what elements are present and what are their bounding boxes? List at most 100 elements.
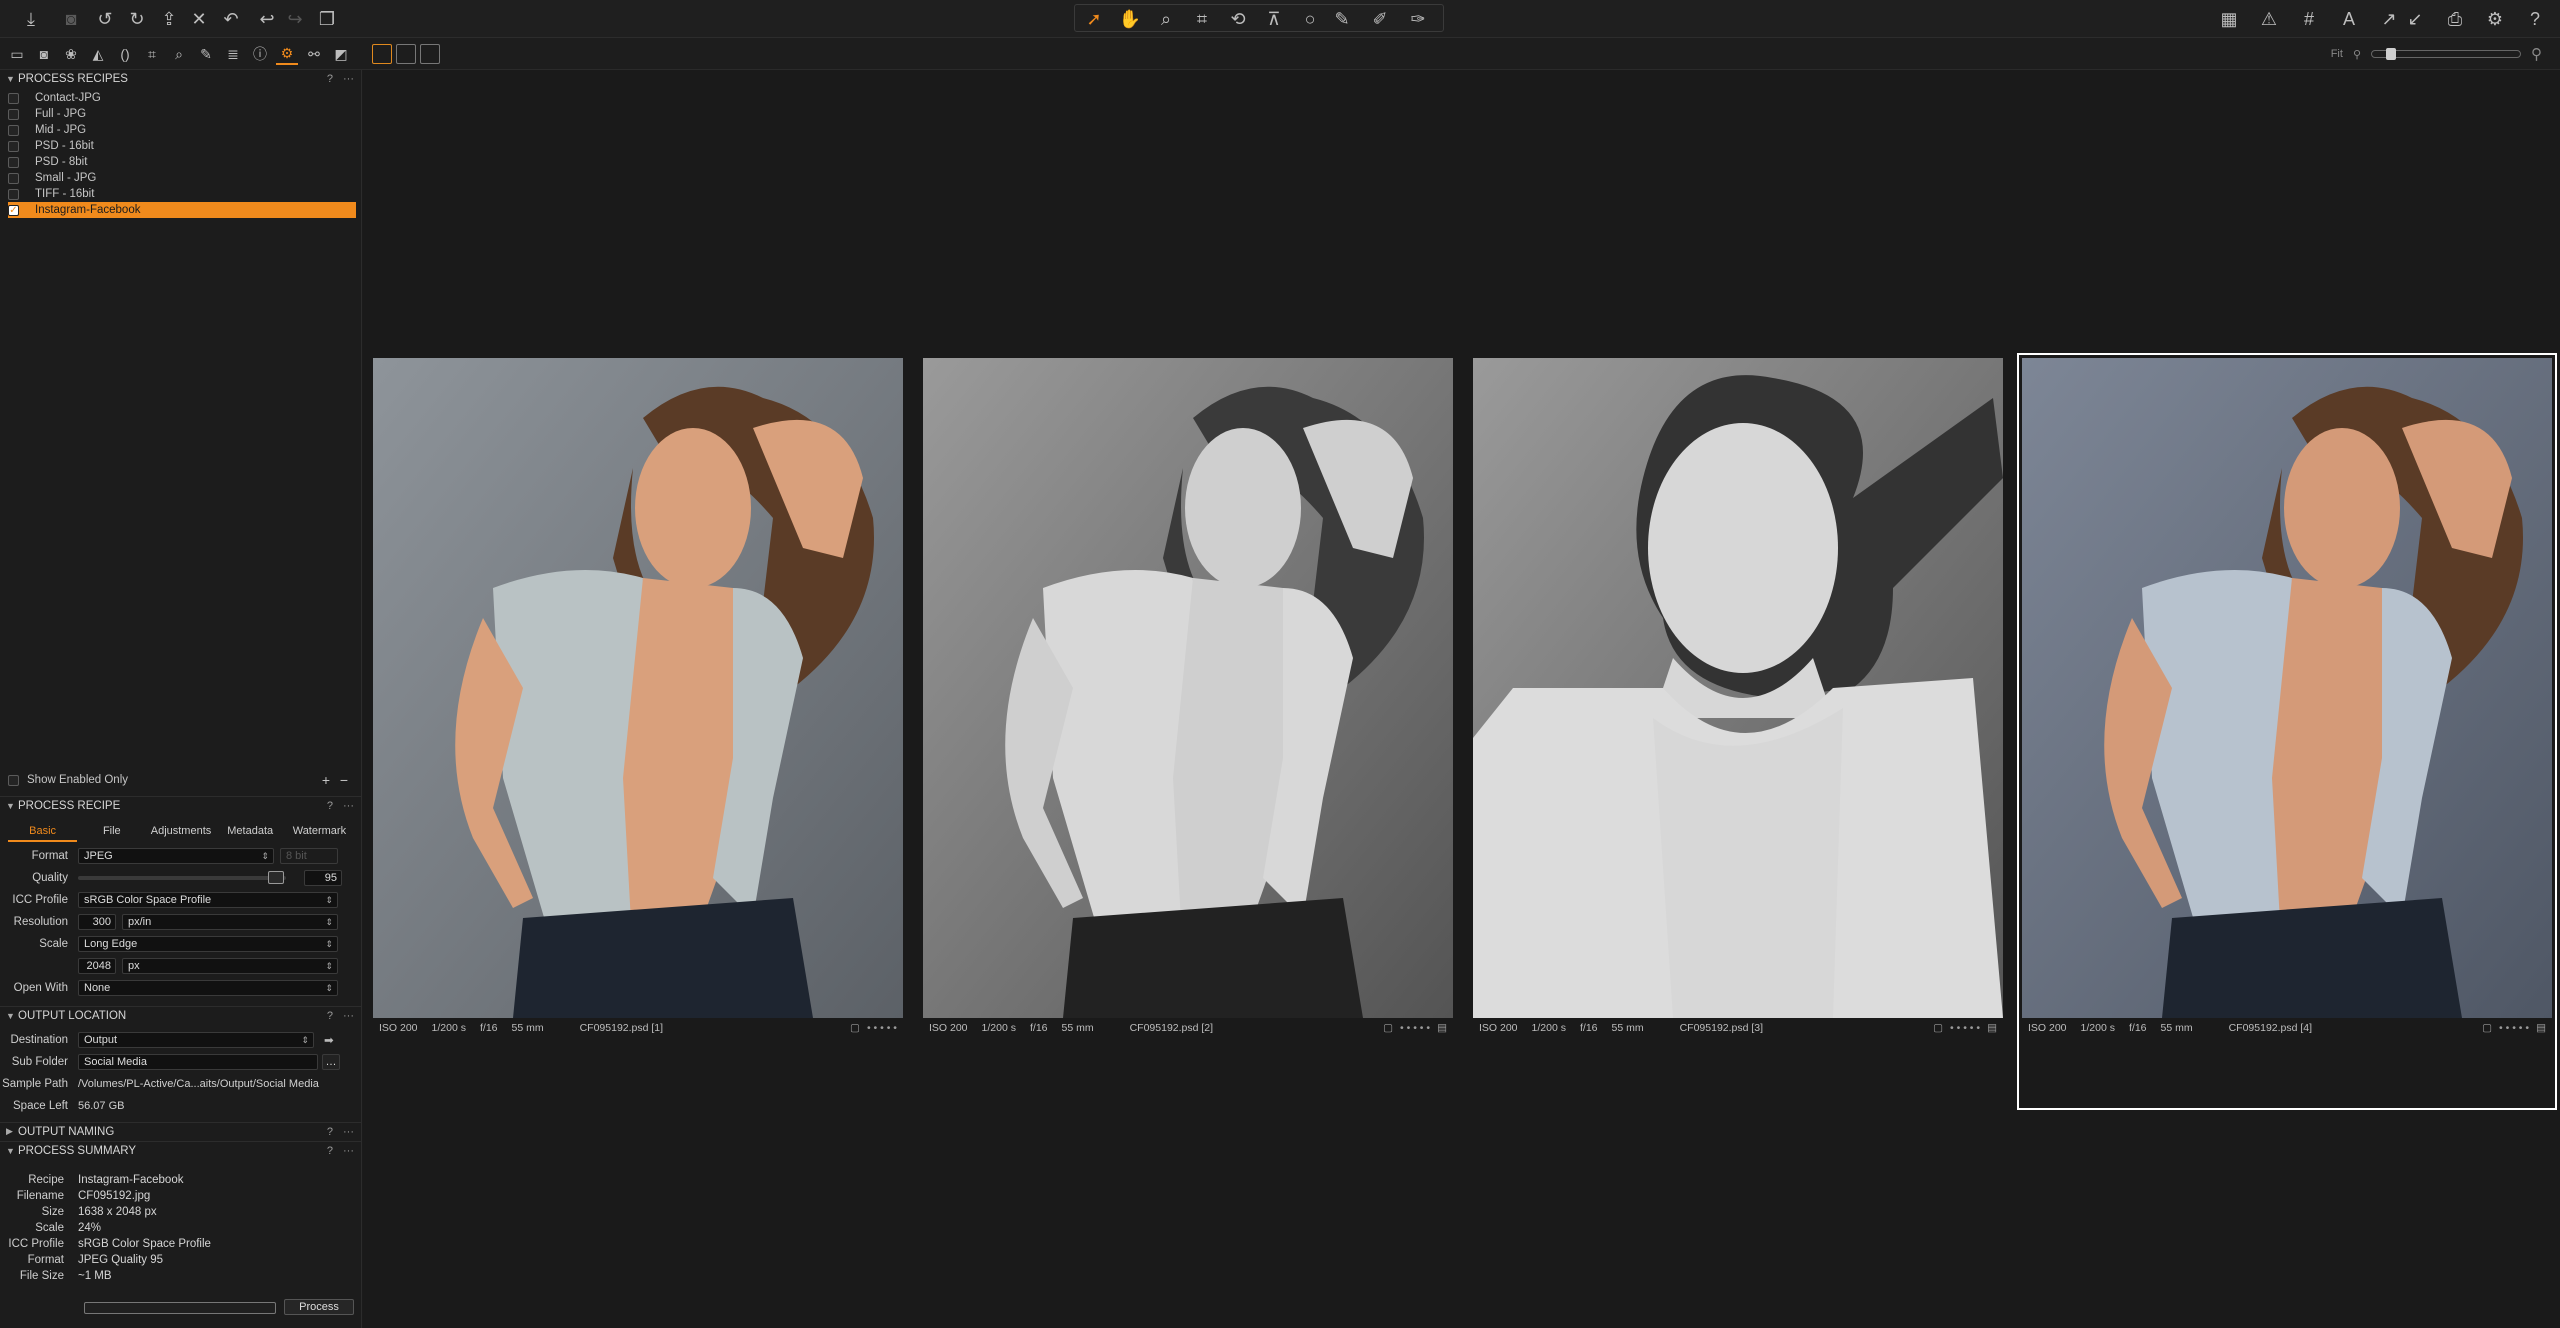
recipe-checkbox[interactable] — [8, 108, 19, 120]
rating-dots-icon[interactable]: • • • • • — [1950, 1022, 1980, 1034]
brush-icon[interactable]: ✐ — [1367, 6, 1393, 32]
add-icon[interactable]: + — [322, 772, 330, 788]
rotate-left-icon[interactable]: ↺ — [92, 6, 118, 32]
text-annotation-icon[interactable]: A — [2336, 6, 2362, 32]
tab-watermark[interactable]: Watermark — [285, 822, 354, 842]
thumbnail[interactable]: ISO 200 1/200 s f/16 55 mm CF095192.psd [4] ▢… — [2017, 353, 2557, 1110]
crop-tab-icon[interactable]: ⌗ — [141, 43, 163, 65]
chevron-down-icon[interactable]: ▼ — [6, 1011, 18, 1021]
delete-icon[interactable]: ✕ — [186, 6, 212, 32]
rotate-right-icon[interactable]: ↻ — [124, 6, 150, 32]
thumbnail[interactable]: ISO 200 1/200 s f/16 55 mm CF095192.psd [1] ▢… — [373, 358, 903, 1105]
import-icon[interactable]: ⤓ — [18, 6, 44, 32]
copy-adjustments-icon[interactable]: ↗ — [2376, 6, 2402, 32]
more-icon[interactable]: ··· — [343, 800, 354, 812]
tab-file[interactable]: File — [77, 822, 146, 842]
process-recipe-header[interactable]: ▼ PROCESS RECIPE ? ··· — [0, 796, 362, 814]
rating-dots-icon[interactable]: • • • • • — [2499, 1022, 2529, 1034]
loupe-icon[interactable]: ⌕ — [1153, 6, 1179, 32]
more-icon[interactable]: ··· — [343, 73, 354, 85]
resolution-input[interactable]: 300 — [78, 914, 116, 930]
recipe-checkbox[interactable] — [8, 140, 19, 152]
chevron-right-icon[interactable]: ▶ — [6, 1126, 18, 1137]
help-icon[interactable]: ? — [327, 1010, 333, 1022]
recipe-checkbox[interactable] — [8, 188, 19, 200]
tab-adjustments[interactable]: Adjustments — [146, 822, 215, 842]
exposure-icon[interactable]: ◭ — [87, 43, 109, 65]
recipe-checkbox[interactable] — [8, 172, 19, 184]
redo-icon[interactable]: ↪ — [282, 6, 308, 32]
more-icon[interactable]: ··· — [343, 1126, 354, 1138]
recipe-item[interactable]: PSD - 8bit — [8, 154, 356, 170]
thumbnail-image[interactable] — [2022, 358, 2552, 1018]
resolution-unit-select[interactable]: px/in ⇕ — [122, 914, 338, 930]
process-summary-header[interactable]: ▼ PROCESS SUMMARY ? ··· — [0, 1141, 362, 1159]
destination-select[interactable]: Output ⇕ — [78, 1032, 314, 1048]
process-button[interactable]: Process — [284, 1299, 354, 1315]
spot-removal-icon[interactable]: ○ — [1297, 6, 1323, 32]
thumbnail-rating[interactable]: ▢ • • • • • ▤ — [2482, 1022, 2546, 1034]
recipe-checkbox[interactable]: ✓ — [8, 204, 19, 216]
grid-view-icon[interactable] — [372, 44, 392, 64]
output-location-header[interactable]: ▼ OUTPUT LOCATION ? ··· — [0, 1006, 362, 1024]
apply-adjustments-icon[interactable]: ↙ — [2402, 6, 2428, 32]
select-checkbox-icon[interactable]: ▢ — [850, 1022, 860, 1034]
variant-stack-icon[interactable]: ▤ — [1987, 1022, 1997, 1034]
output-naming-header[interactable]: ▶ OUTPUT NAMING ? ··· — [0, 1122, 362, 1140]
focus-icon[interactable]: ⌕ — [168, 43, 190, 65]
variant-stack-icon[interactable]: ▤ — [2536, 1022, 2546, 1034]
output-gear-icon[interactable]: ⚙ — [276, 43, 298, 65]
move-icon[interactable]: ⇪ — [156, 6, 182, 32]
show-enabled-only-checkbox[interactable]: Show Enabled Only + − — [8, 772, 356, 788]
quality-slider-knob[interactable] — [268, 871, 284, 884]
recipe-item[interactable]: Full - JPG — [8, 106, 356, 122]
keystone-icon[interactable]: ⊼ — [1261, 6, 1287, 32]
scale-size-input[interactable]: 2048 — [78, 958, 116, 974]
format-select[interactable]: JPEG ⇕ — [78, 848, 274, 864]
folder-icon[interactable]: ▭ — [6, 43, 28, 65]
zoom-slider[interactable] — [2371, 48, 2521, 60]
recipe-item[interactable]: PSD - 16bit — [8, 138, 356, 154]
subfolder-input[interactable]: Social Media — [78, 1054, 318, 1070]
rotate-straighten-icon[interactable]: ⟲ — [1225, 6, 1251, 32]
recipe-item[interactable]: Small - JPG — [8, 170, 356, 186]
color-icon[interactable]: ❀ — [60, 43, 82, 65]
thumbnail-image[interactable] — [1473, 358, 2003, 1018]
help-icon[interactable]: ? — [327, 1145, 333, 1157]
reveal-arrow-icon[interactable]: ➡ — [324, 1033, 334, 1047]
capture-icon[interactable]: ◙ — [33, 43, 55, 65]
icc-profile-select[interactable]: sRGB Color Space Profile ⇕ — [78, 892, 338, 908]
single-view-icon[interactable] — [396, 44, 416, 64]
help-icon[interactable]: ? — [327, 1126, 333, 1138]
more-icon[interactable]: ··· — [343, 1010, 354, 1022]
recipe-checkbox[interactable] — [8, 156, 19, 168]
select-checkbox-icon[interactable]: ▢ — [1383, 1022, 1393, 1034]
quality-slider[interactable] — [78, 871, 286, 884]
thumbnail-rating[interactable]: ▢ • • • • • — [850, 1022, 897, 1034]
eraser-icon[interactable]: ✑ — [1405, 6, 1431, 32]
print-icon[interactable]: ⎙ — [2442, 6, 2468, 32]
more-icon[interactable]: ··· — [343, 1145, 354, 1157]
info-icon[interactable]: ⓘ — [249, 43, 271, 65]
camera-icon[interactable]: ◙ — [58, 6, 84, 32]
picker-icon[interactable]: ✎ — [1329, 6, 1355, 32]
thumbnail-rating[interactable]: ▢ • • • • • ▤ — [1383, 1022, 1447, 1034]
chevron-down-icon[interactable]: ▼ — [6, 1146, 18, 1156]
recipe-item[interactable]: Contact-JPG — [8, 90, 356, 106]
select-pointer-icon[interactable]: ➚ — [1081, 6, 1107, 32]
chevron-down-icon[interactable]: ▼ — [6, 801, 18, 811]
recipe-checkbox[interactable] — [8, 124, 19, 136]
tab-basic[interactable]: Basic — [8, 822, 78, 842]
thumbnail-image[interactable] — [923, 358, 1453, 1018]
select-checkbox-icon[interactable]: ▢ — [1933, 1022, 1943, 1034]
quality-input[interactable]: 95 — [304, 870, 342, 886]
compare-view-icon[interactable] — [420, 44, 440, 64]
help-icon[interactable]: ? — [327, 73, 333, 85]
variant-stack-icon[interactable]: ▤ — [1437, 1022, 1447, 1034]
rating-dots-icon[interactable]: • • • • • — [1400, 1022, 1430, 1034]
grid-icon[interactable]: # — [2296, 6, 2322, 32]
thumbnail[interactable]: ISO 200 1/200 s f/16 55 mm CF095192.psd [2] ▢… — [923, 358, 1453, 1105]
pan-hand-icon[interactable]: ✋ — [1117, 6, 1143, 32]
metadata-icon[interactable]: ≣ — [222, 43, 244, 65]
chevron-down-icon[interactable]: ▼ — [6, 74, 18, 84]
